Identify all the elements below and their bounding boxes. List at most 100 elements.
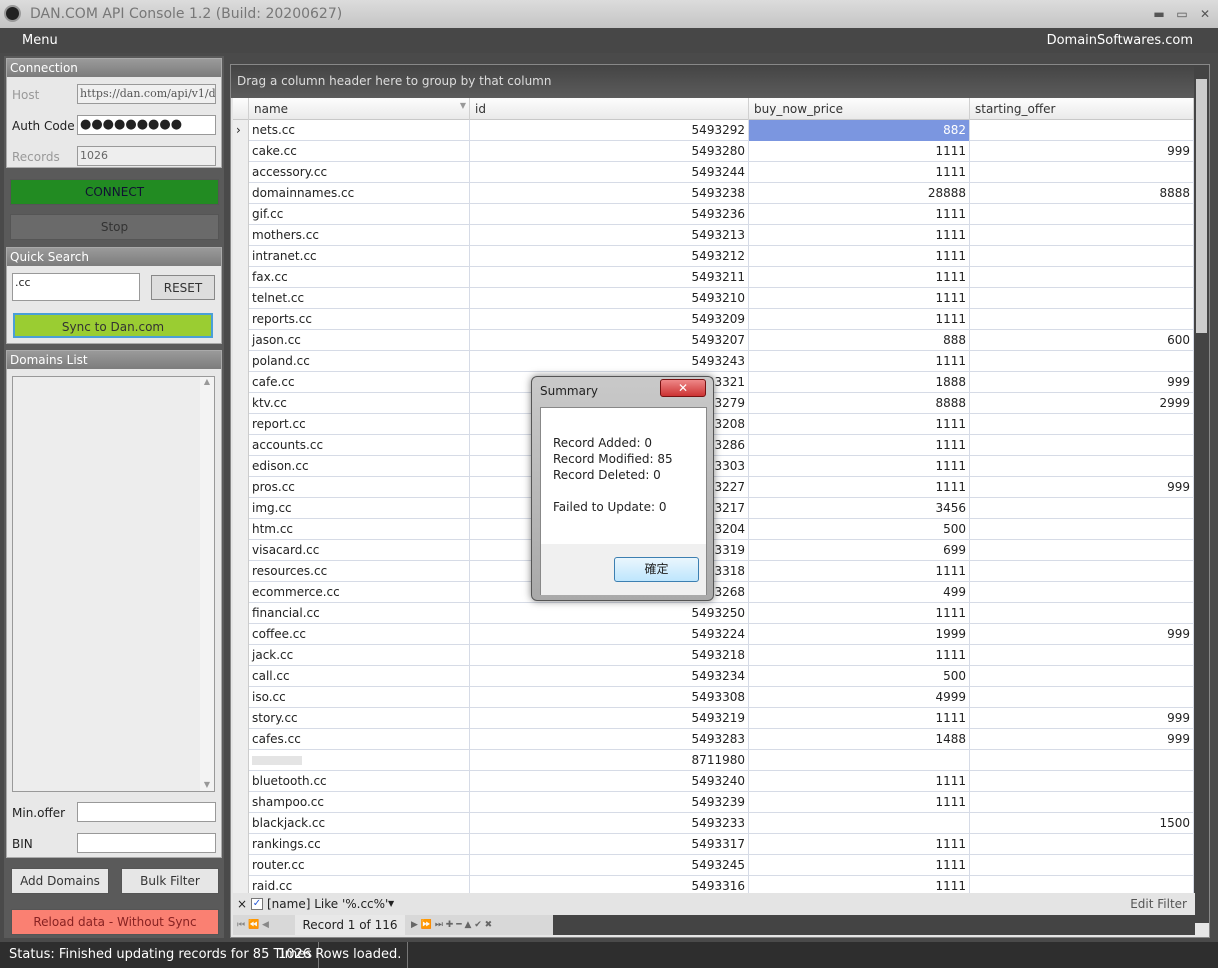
cell-id[interactable]: 5493213: [470, 225, 749, 246]
cell-buy-now-price[interactable]: 888: [749, 330, 970, 351]
cell-buy-now-price[interactable]: 1111: [749, 876, 970, 893]
cell-starting-offer[interactable]: 600: [970, 330, 1194, 351]
cell-starting-offer[interactable]: [970, 792, 1194, 813]
table-row[interactable]: cafe.cc 5493321 1888 999: [233, 372, 1195, 393]
cell-id[interactable]: 5493210: [470, 288, 749, 309]
cell-name[interactable]: ecommerce.cc: [249, 582, 470, 603]
row-indicator[interactable]: [233, 876, 249, 893]
cell-id[interactable]: 5493280: [470, 141, 749, 162]
add-domains-button[interactable]: Add Domains: [11, 868, 109, 894]
dialog-close-button[interactable]: ✕: [660, 379, 706, 397]
row-indicator[interactable]: [233, 729, 249, 750]
cell-name[interactable]: jason.cc: [249, 330, 470, 351]
cell-starting-offer[interactable]: [970, 582, 1194, 603]
cell-name[interactable]: fax.cc: [249, 267, 470, 288]
cell-buy-now-price[interactable]: 1111: [749, 435, 970, 456]
row-indicator[interactable]: [233, 855, 249, 876]
cell-name[interactable]: report.cc: [249, 414, 470, 435]
row-indicator[interactable]: [233, 813, 249, 834]
cell-buy-now-price[interactable]: 699: [749, 540, 970, 561]
table-row[interactable]: cake.cc 5493280 1111 999: [233, 141, 1195, 162]
cell-buy-now-price[interactable]: 1111: [749, 708, 970, 729]
cell-name[interactable]: domainnames.cc: [249, 183, 470, 204]
table-row[interactable]: ecommerce.cc 5493268 499: [233, 582, 1195, 603]
cell-name[interactable]: accounts.cc: [249, 435, 470, 456]
cell-name[interactable]: story.cc: [249, 708, 470, 729]
cell-buy-now-price[interactable]: 882: [749, 120, 970, 141]
cell-buy-now-price[interactable]: 28888: [749, 183, 970, 204]
cell-id[interactable]: 5493207: [470, 330, 749, 351]
table-row[interactable]: coffee.cc 5493224 1999 999: [233, 624, 1195, 645]
table-row[interactable]: reports.cc 5493209 1111: [233, 309, 1195, 330]
table-row[interactable]: 8711980: [233, 750, 1195, 771]
row-indicator[interactable]: [233, 414, 249, 435]
table-row[interactable]: rankings.cc 5493317 1111: [233, 834, 1195, 855]
cell-buy-now-price[interactable]: 1111: [749, 267, 970, 288]
filter-expression[interactable]: [name] Like '%.cc%': [267, 893, 388, 915]
row-indicator[interactable]: [233, 372, 249, 393]
table-row[interactable]: › nets.cc 5493292 882: [233, 120, 1195, 141]
cell-buy-now-price[interactable]: [749, 750, 970, 771]
cell-starting-offer[interactable]: [970, 834, 1194, 855]
cell-id[interactable]: 5493317: [470, 834, 749, 855]
cell-buy-now-price[interactable]: [749, 813, 970, 834]
cell-buy-now-price[interactable]: 1111: [749, 477, 970, 498]
cell-name[interactable]: pros.cc: [249, 477, 470, 498]
group-by-area[interactable]: Drag a column header here to group by th…: [231, 65, 1195, 98]
row-indicator[interactable]: [233, 582, 249, 603]
cell-starting-offer[interactable]: [970, 246, 1194, 267]
cell-starting-offer[interactable]: [970, 204, 1194, 225]
auth-code-input[interactable]: ●●●●●●●●●: [77, 115, 216, 135]
row-indicator[interactable]: ›: [233, 120, 249, 141]
cell-buy-now-price[interactable]: 8888: [749, 393, 970, 414]
table-row[interactable]: jason.cc 5493207 888 600: [233, 330, 1195, 351]
row-indicator[interactable]: [233, 498, 249, 519]
cell-buy-now-price[interactable]: 1111: [749, 771, 970, 792]
table-row[interactable]: domainnames.cc 5493238 28888 8888: [233, 183, 1195, 204]
cell-buy-now-price[interactable]: 500: [749, 519, 970, 540]
cell-id[interactable]: 5493233: [470, 813, 749, 834]
bulk-filter-button[interactable]: Bulk Filter: [121, 868, 219, 894]
cell-name[interactable]: cafes.cc: [249, 729, 470, 750]
cell-starting-offer[interactable]: 999: [970, 708, 1194, 729]
cell-starting-offer[interactable]: [970, 855, 1194, 876]
cell-name[interactable]: ktv.cc: [249, 393, 470, 414]
row-indicator[interactable]: [233, 246, 249, 267]
reset-button[interactable]: RESET: [151, 275, 215, 300]
cell-name[interactable]: intranet.cc: [249, 246, 470, 267]
row-indicator[interactable]: [233, 183, 249, 204]
table-row[interactable]: intranet.cc 5493212 1111: [233, 246, 1195, 267]
table-row[interactable]: accessory.cc 5493244 1111: [233, 162, 1195, 183]
cell-buy-now-price[interactable]: 499: [749, 582, 970, 603]
cell-name[interactable]: jack.cc: [249, 645, 470, 666]
row-indicator[interactable]: [233, 204, 249, 225]
cell-starting-offer[interactable]: [970, 225, 1194, 246]
cell-starting-offer[interactable]: 999: [970, 624, 1194, 645]
cell-name[interactable]: telnet.cc: [249, 288, 470, 309]
row-indicator[interactable]: [233, 687, 249, 708]
table-row[interactable]: bluetooth.cc 5493240 1111: [233, 771, 1195, 792]
column-header-id[interactable]: id: [470, 98, 749, 120]
column-header-starting-offer[interactable]: starting_offer: [970, 98, 1194, 120]
stop-button[interactable]: Stop: [10, 214, 219, 240]
cell-starting-offer[interactable]: [970, 519, 1194, 540]
cell-buy-now-price[interactable]: 1111: [749, 561, 970, 582]
cell-name[interactable]: mothers.cc: [249, 225, 470, 246]
row-indicator[interactable]: [233, 624, 249, 645]
first-record-icon[interactable]: ⏮ ⏪ ◀: [237, 915, 269, 935]
row-indicator[interactable]: [233, 834, 249, 855]
domains-list-scrollbar[interactable]: ▲ ▼: [200, 377, 214, 791]
cell-name[interactable]: call.cc: [249, 666, 470, 687]
cell-starting-offer[interactable]: [970, 687, 1194, 708]
cell-name[interactable]: img.cc: [249, 498, 470, 519]
table-row[interactable]: htm.cc 5493204 500: [233, 519, 1195, 540]
cell-starting-offer[interactable]: [970, 414, 1194, 435]
vertical-scrollbar[interactable]: [1194, 65, 1209, 923]
cell-buy-now-price[interactable]: 1111: [749, 204, 970, 225]
row-indicator[interactable]: [233, 666, 249, 687]
cell-id[interactable]: 5493224: [470, 624, 749, 645]
cell-starting-offer[interactable]: [970, 267, 1194, 288]
cell-starting-offer[interactable]: 8888: [970, 183, 1194, 204]
host-input[interactable]: https://dan.com/api/v1/domains: [77, 84, 216, 104]
table-row[interactable]: iso.cc 5493308 4999: [233, 687, 1195, 708]
